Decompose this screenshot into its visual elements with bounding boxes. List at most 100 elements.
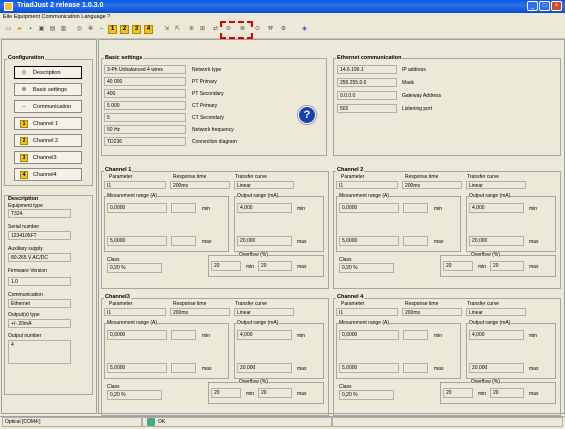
write-device-icon[interactable]: ⇱ [173,25,182,34]
max-label: max [202,239,212,245]
response-time-field[interactable]: 200ms [402,181,462,189]
print-icon[interactable]: ▤ [48,25,57,34]
meas-min-field[interactable]: 0,0000 [107,330,167,340]
transfer-curve-field[interactable]: Linear [234,181,294,189]
class-field[interactable]: 0,20 % [107,390,162,400]
about-icon[interactable]: ◈ [300,25,309,34]
out-min-field[interactable]: 4,000 [237,203,292,213]
nav-channel-4-button[interactable]: 4 Channel4 [14,168,82,181]
ethernet-field[interactable]: 14.6.199.1 [337,65,397,74]
meas-max-field[interactable]: 5,0000 [107,236,167,246]
overflow-max-field[interactable]: 20 [490,388,524,398]
transfer-curve-field[interactable]: Linear [234,308,294,316]
basic-field[interactable]: TD236 [104,137,186,146]
meas-min-unit-field[interactable] [403,203,428,213]
test-icon[interactable]: ⊙ [253,25,262,34]
read-device-icon[interactable]: ⇲ [162,25,171,34]
out-min-field[interactable]: 4,000 [237,330,292,340]
close-button[interactable]: × [551,1,562,11]
meas-min-unit-field[interactable] [171,203,196,213]
overflow-max-field[interactable]: 20 [258,388,292,398]
overflow-min-field[interactable]: 20 [211,261,241,271]
search-icon[interactable]: ◎ [75,25,84,34]
out-max-field[interactable]: 20,000 [469,363,524,373]
tools-icon[interactable]: ⚙ [279,25,288,34]
transfer-icon[interactable]: ⇄ [211,25,220,34]
transfer-curve-field[interactable]: Linear [466,181,526,189]
parameter-field[interactable]: I1 [104,308,166,316]
overflow-min-field[interactable]: 20 [211,388,241,398]
overflow-label: Overflow (%) [239,252,268,258]
channel-4-toolbar-button[interactable]: 4 [144,25,153,34]
basic-field[interactable]: 40 000 [104,77,186,86]
save-icon[interactable]: ▪ [26,25,35,34]
meas-max-field[interactable]: 5,0000 [339,236,399,246]
channel-3-toolbar-button[interactable]: 3 [132,25,141,34]
response-time-field[interactable]: 200ms [170,181,230,189]
new-icon[interactable]: ▭ [4,25,13,34]
nav-channel-1-button[interactable]: 1 Channel 1 [14,117,82,130]
basic-field[interactable]: 5 000 [104,101,186,110]
basic-label: Network type [192,67,222,73]
connect-icon[interactable]: ⊕ [187,25,196,34]
gear-icon[interactable]: ✻ [86,25,95,34]
meas-max-unit-field[interactable] [171,363,196,373]
overflow-max-field[interactable]: 20 [258,261,292,271]
nav-communication-button[interactable]: ⇔ Communication [14,100,82,113]
out-max-field[interactable]: 20,000 [469,236,524,246]
meas-min-field[interactable]: 0,0000 [107,203,167,213]
out-min-field[interactable]: 4,000 [469,330,524,340]
basic-field[interactable]: 3-Ph Unbalanced 4 wires [104,65,186,74]
nav-channel-3-button[interactable]: 3 Channel3 [14,151,82,164]
out-min-field[interactable]: 4,000 [469,203,524,213]
meas-min-field[interactable]: 0,0000 [339,203,399,213]
parameter-field[interactable]: I1 [104,181,166,189]
open-folder-icon[interactable]: ▰ [15,25,24,34]
parameter-field[interactable]: I1 [336,181,398,189]
channel-1-toolbar-button[interactable]: 1 [108,25,117,34]
parameter-field[interactable]: I1 [336,308,398,316]
transfer-curve-field[interactable]: Linear [466,308,526,316]
overflow-min-field[interactable]: 20 [443,261,473,271]
minimize-button[interactable]: _ [527,1,538,11]
export-icon[interactable]: ▥ [59,25,68,34]
save-as-icon[interactable]: ▣ [37,25,46,34]
out-max-field[interactable]: 20,000 [237,363,292,373]
basic-field[interactable]: 400 [104,89,186,98]
out-max-field[interactable]: 20,000 [237,236,292,246]
status-state-panel [142,417,332,427]
tool-icon[interactable]: ⚒ [266,25,275,34]
basic-field[interactable]: 50 Hz [104,125,186,134]
channel-2-toolbar-button[interactable]: 2 [120,25,129,34]
overflow-max-field[interactable]: 20 [490,261,524,271]
device-icon[interactable]: ⊞ [198,25,207,34]
meas-max-field[interactable]: 5,0000 [339,363,399,373]
meas-min-unit-field[interactable] [171,330,196,340]
ethernet-field[interactable]: 255.255.0.0 [337,78,397,87]
menu-items[interactable]: Eile Equipment Communication Language ? [3,14,110,20]
meas-min-unit-field[interactable] [403,330,428,340]
class-field[interactable]: 0,20 % [339,263,394,273]
help-icon[interactable]: ? [298,106,316,124]
meas-min-field[interactable]: 0,0000 [339,330,399,340]
nav-channel-2-button[interactable]: 2 Channel 2 [14,134,82,147]
meas-max-unit-field[interactable] [403,363,428,373]
overflow-min-field[interactable]: 20 [443,388,473,398]
response-time-field[interactable]: 200ms [170,308,230,316]
response-time-field[interactable]: 200ms [402,308,462,316]
nav-description-button[interactable]: ◎ Description [14,66,82,79]
nav-basic-settings-button[interactable]: ✻ Basic settings [14,83,82,96]
ethernet-field[interactable]: 502 [337,104,397,113]
meas-max-field[interactable]: 5,0000 [107,363,167,373]
serial-number-field: 1234105FT [8,231,71,240]
basic-field[interactable]: 5 [104,113,186,122]
meas-max-unit-field[interactable] [171,236,196,246]
output-range-label: Output range (mA) [237,320,279,326]
ethernet-field[interactable]: 0.0.0.0 [337,91,397,100]
link-icon[interactable]: ⇔ [97,25,106,34]
maximize-button[interactable]: □ [539,1,550,11]
class-field[interactable]: 0,20 % [339,390,394,400]
meas-max-unit-field[interactable] [403,236,428,246]
parameter-label: Parameter [109,301,133,307]
class-field[interactable]: 0,20 % [107,263,162,273]
